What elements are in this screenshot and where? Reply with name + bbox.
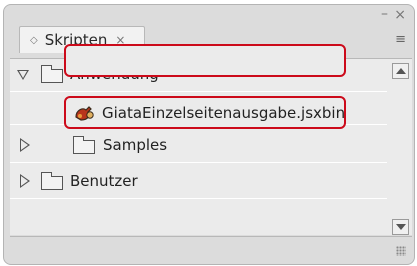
scroll-up-button[interactable] <box>392 63 409 79</box>
tab-diamond-icon: ◇ <box>30 34 38 46</box>
script-file-label: GiataEinzelseitenausgabe.jsxbin <box>102 104 346 122</box>
collapsed-triangle-icon[interactable] <box>20 138 30 152</box>
highlight-box <box>64 44 346 77</box>
flyout-menu-icon: ≡ <box>395 32 406 47</box>
tree-item-benutzer[interactable]: Benutzer <box>10 166 387 199</box>
folder-icon <box>41 172 63 190</box>
arrow-down-icon <box>396 224 406 230</box>
arrow-up-icon <box>396 68 406 74</box>
script-tree-list: Anwendung Samples Benutzer <box>10 44 412 235</box>
selected-script-item[interactable]: GiataEinzelseitenausgabe.jsxbin <box>64 96 346 129</box>
panel-menu-button[interactable]: ≡ <box>395 32 406 47</box>
scroll-down-button[interactable] <box>392 219 409 235</box>
resize-grip-icon[interactable] <box>396 246 406 256</box>
expanded-triangle-icon[interactable] <box>17 70 29 80</box>
folder-icon <box>73 136 95 154</box>
vertical-scrollbar[interactable] <box>392 61 410 237</box>
tree-item-label: Samples <box>103 136 168 154</box>
collapsed-triangle-icon[interactable] <box>20 174 30 188</box>
folder-icon <box>41 65 63 83</box>
empty-row <box>10 200 387 235</box>
script-icon <box>75 106 94 121</box>
tree-item-label: Benutzer <box>70 172 138 190</box>
minimize-button[interactable]: – <box>381 7 388 21</box>
tree-item-samples[interactable]: Samples <box>10 130 387 163</box>
panel-footer <box>10 236 412 259</box>
close-window-button[interactable]: × <box>394 8 406 22</box>
scripts-panel: – × ◇ Skripten × ≡ Anwendung Samples Ben <box>3 4 415 265</box>
